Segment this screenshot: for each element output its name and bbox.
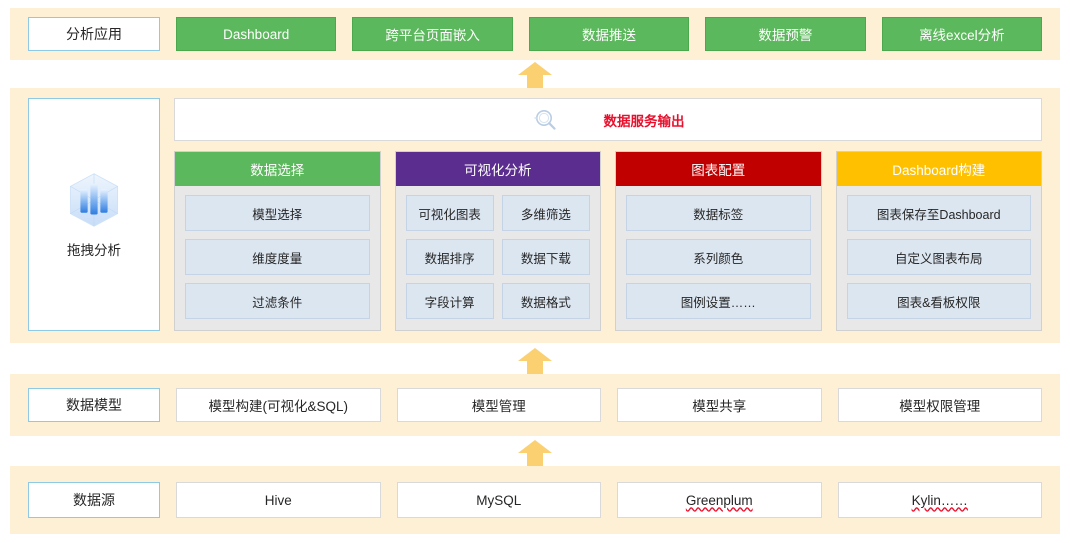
stage-title-visual-analysis: 可视化分析 (395, 152, 600, 186)
analysis-right-column: 数据服务输出 数据选择 模型选择 维度度量 过滤条件 可视化分析 可视化图表 多… (174, 98, 1042, 331)
source-item-mysql[interactable]: MySQL (396, 482, 601, 518)
arrow-up-to-data-model (0, 440, 1070, 466)
stage-data-selection: 数据选择 模型选择 维度度量 过滤条件 (174, 151, 381, 331)
chip-data-label[interactable]: 数据标签 (626, 195, 811, 231)
app-item-data-alert[interactable]: 数据预警 (705, 17, 866, 51)
source-item-hive[interactable]: Hive (176, 482, 381, 518)
app-item-data-push[interactable]: 数据推送 (528, 17, 690, 51)
chip-visual-chart[interactable]: 可视化图表 (405, 195, 494, 231)
chip-model-selection[interactable]: 模型选择 (185, 195, 370, 231)
band-drag-analysis: 拖拽分析 数据服务输出 数据选择 模型选择 维度度量 过滤条件 可视化分析 可视… (10, 88, 1060, 343)
stage-dashboard-build: Dashboard构建 图表保存至Dashboard 自定义图表布局 图表&看板… (835, 151, 1042, 331)
band-label-data-source: 数据源 (28, 482, 160, 518)
stage-title-data-selection: 数据选择 (175, 152, 380, 186)
stage-title-dashboard-build: Dashboard构建 (836, 152, 1041, 186)
band-data-model: 数据模型 模型构建(可视化&SQL) 模型管理 模型共享 模型权限管理 (10, 374, 1060, 436)
band-label-drag-analysis: 拖拽分析 (28, 98, 160, 331)
chip-legend-settings[interactable]: 图例设置…… (626, 283, 811, 319)
data-cube-icon (69, 172, 119, 227)
model-item-model-permission[interactable]: 模型权限管理 (837, 388, 1042, 422)
chip-data-download[interactable]: 数据下载 (501, 239, 590, 275)
data-service-output-bar: 数据服务输出 (174, 98, 1042, 141)
chip-series-color[interactable]: 系列颜色 (626, 239, 811, 275)
source-item-greenplum-label: Greenplum (685, 492, 753, 508)
band-data-source: 数据源 Hive MySQL Greenplum Kylin…… (10, 466, 1060, 534)
chip-custom-chart-layout[interactable]: 自定义图表布局 (846, 239, 1031, 275)
chip-data-sorting[interactable]: 数据排序 (405, 239, 494, 275)
band-label-data-model: 数据模型 (28, 388, 160, 422)
chip-multidimensional-filter[interactable]: 多维筛选 (501, 195, 590, 231)
chip-data-format[interactable]: 数据格式 (501, 283, 590, 319)
model-item-model-build[interactable]: 模型构建(可视化&SQL) (176, 388, 381, 422)
arrow-stem (527, 74, 543, 88)
stage-visual-analysis: 可视化分析 可视化图表 多维筛选 数据排序 数据下载 字段计算 数据格式 (394, 151, 601, 331)
chip-dimension-measure[interactable]: 维度度量 (185, 239, 370, 275)
model-item-model-management[interactable]: 模型管理 (396, 388, 601, 422)
bi-architecture-diagram: 分析应用 Dashboard 跨平台页面嵌入 数据推送 数据预警 离线excel… (0, 0, 1070, 543)
band-analysis-applications: 分析应用 Dashboard 跨平台页面嵌入 数据推送 数据预警 离线excel… (10, 8, 1060, 60)
app-item-dashboard[interactable]: Dashboard (176, 17, 337, 51)
model-item-model-sharing[interactable]: 模型共享 (617, 388, 822, 422)
search-icon (534, 109, 556, 130)
arrow-stem (527, 360, 543, 374)
arrow-up-to-applications (0, 62, 1070, 88)
stage-title-chart-configuration: 图表配置 (616, 152, 821, 186)
data-service-output-text: 数据服务输出 (603, 113, 685, 129)
arrow-stem (527, 452, 543, 466)
drag-analysis-label: 拖拽分析 (67, 242, 121, 258)
app-item-cross-platform-embed[interactable]: 跨平台页面嵌入 (352, 17, 513, 51)
source-item-kylin[interactable]: Kylin…… (837, 482, 1042, 518)
chip-chart-and-board-permission[interactable]: 图表&看板权限 (846, 283, 1031, 319)
source-item-greenplum[interactable]: Greenplum (617, 482, 822, 518)
analysis-stage-columns: 数据选择 模型选择 维度度量 过滤条件 可视化分析 可视化图表 多维筛选 数据排… (174, 151, 1042, 331)
band-label-analysis-applications: 分析应用 (28, 17, 160, 51)
source-item-kylin-label: Kylin…… (911, 492, 968, 508)
chip-filter-condition[interactable]: 过滤条件 (185, 283, 370, 319)
stage-chart-configuration: 图表配置 数据标签 系列颜色 图例设置…… (615, 151, 822, 331)
chip-save-chart-to-dashboard[interactable]: 图表保存至Dashboard (846, 195, 1031, 231)
arrow-up-to-analysis (0, 348, 1070, 374)
app-item-offline-excel-analysis[interactable]: 离线excel分析 (881, 17, 1043, 51)
chip-field-calculation[interactable]: 字段计算 (405, 283, 494, 319)
